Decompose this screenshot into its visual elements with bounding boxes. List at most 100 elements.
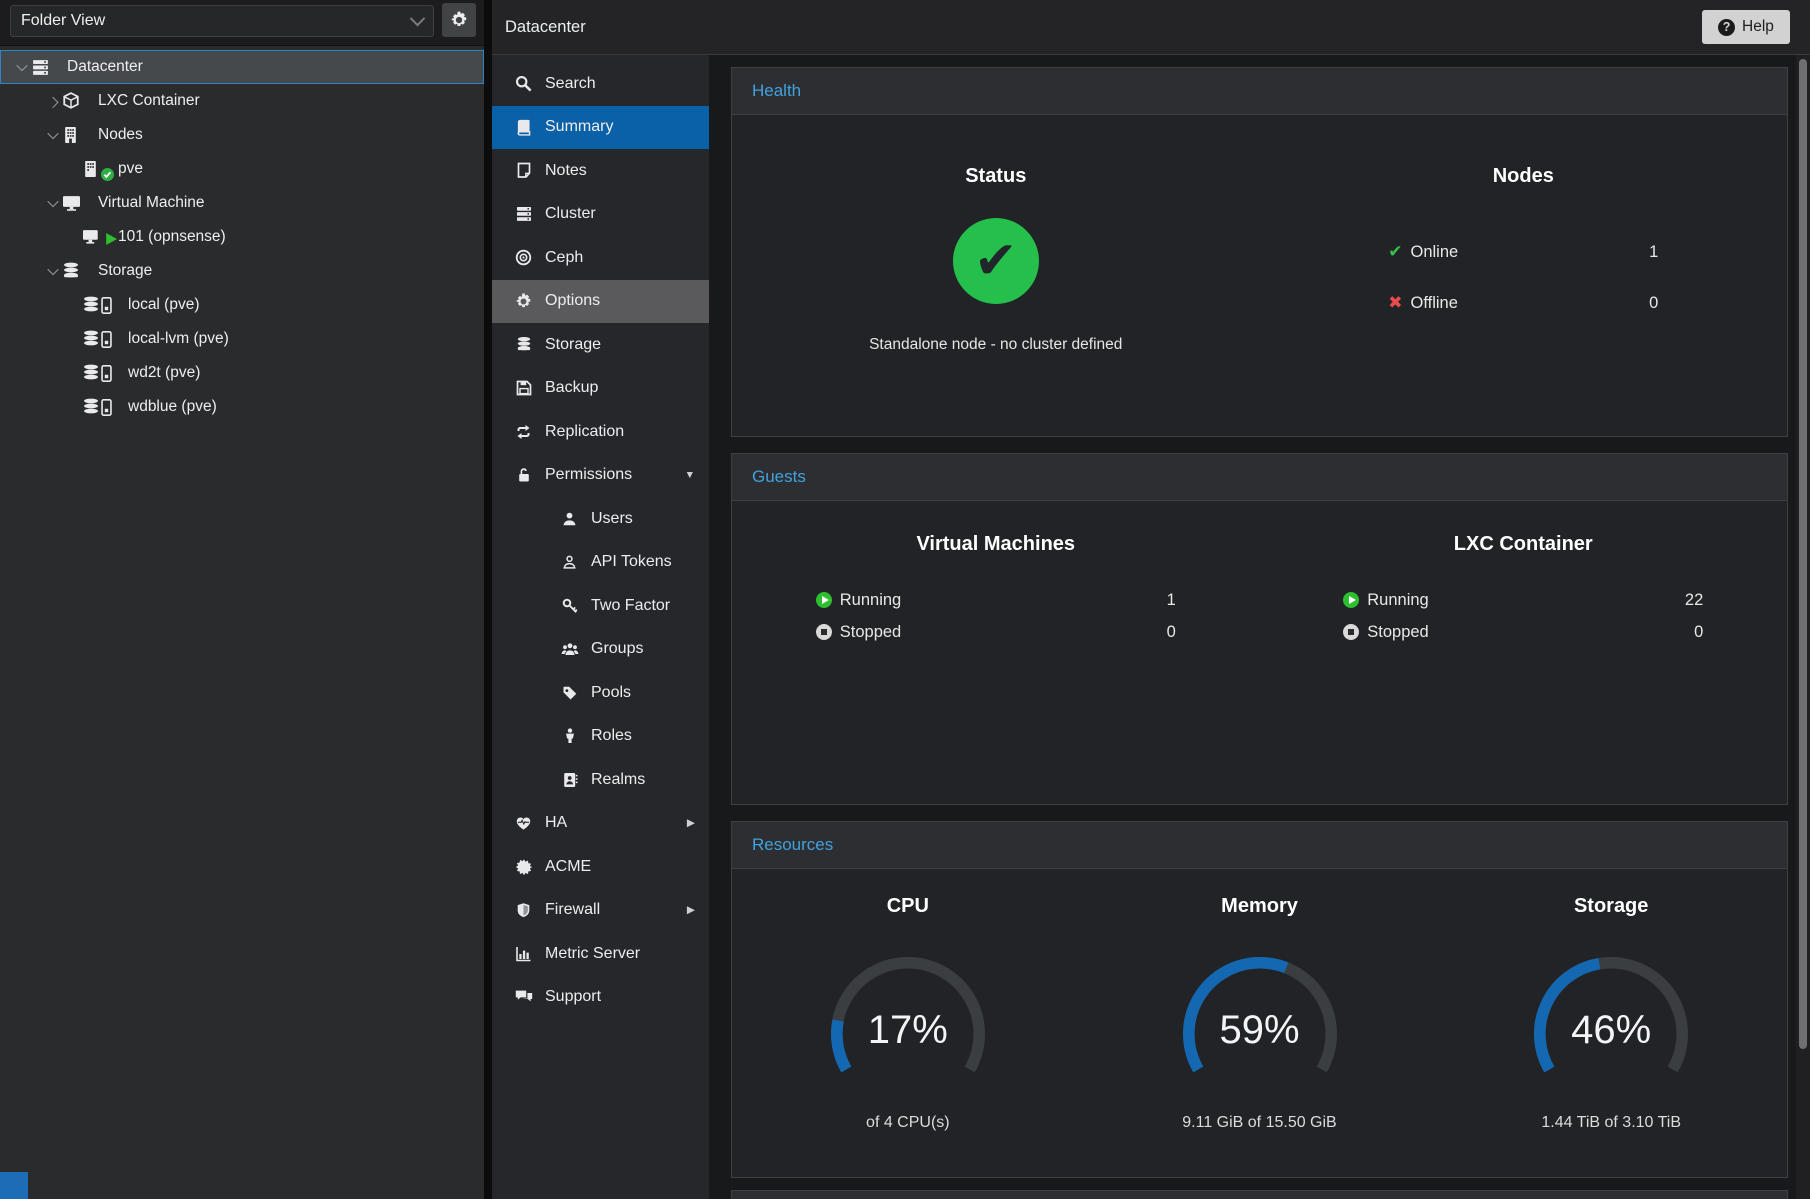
menu-item-ceph[interactable]: Ceph (492, 236, 709, 280)
person-icon (560, 728, 579, 744)
user-outline-icon (560, 554, 579, 570)
menu-item-two-factor[interactable]: Two Factor (492, 584, 709, 628)
menu-item-label: Pools (591, 684, 631, 702)
tree-item-storage[interactable]: Storage (0, 254, 484, 288)
tree-item-nodes[interactable]: Nodes (0, 118, 484, 152)
vertical-scrollbar[interactable] (1796, 55, 1810, 1199)
row-label: Online (1411, 243, 1459, 262)
menu-item-metric-server[interactable]: Metric Server (492, 932, 709, 976)
book-icon (514, 119, 533, 136)
menu-item-label: Roles (591, 727, 632, 745)
menu-item-users[interactable]: Users (492, 497, 709, 541)
chevron-down-icon: ▼ (685, 469, 695, 481)
memory-heading: Memory (1221, 895, 1298, 918)
help-button[interactable]: ? Help (1702, 10, 1790, 44)
cpu-gauge: 17% (819, 952, 997, 1082)
tree-item-storage-local[interactable]: local (pve) (0, 288, 484, 322)
play-circle-icon (816, 592, 832, 608)
row-label: Running (840, 591, 901, 610)
tree-item-lxc-container[interactable]: LXC Container (0, 84, 484, 118)
database-drive-icon (82, 330, 122, 348)
stop-circle-icon (816, 624, 832, 640)
menu-item-replication[interactable]: Replication (492, 410, 709, 454)
storage-heading: Storage (1574, 895, 1648, 918)
tree-item-label: Datacenter (67, 58, 143, 76)
ceph-icon (514, 249, 533, 266)
question-circle-icon: ? (1718, 19, 1735, 36)
cpu-subtext: of 4 CPU(s) (866, 1114, 950, 1132)
menu-item-api-tokens[interactable]: API Tokens (492, 541, 709, 585)
lxc-stopped-row: Stopped 0 (1343, 618, 1703, 646)
database-icon (514, 336, 533, 353)
resource-tree-panel: Folder View Datacenter LXC Container (0, 0, 484, 1199)
lxc-heading: LXC Container (1454, 533, 1593, 556)
floppy-icon (514, 380, 533, 396)
menu-item-label: Replication (545, 423, 624, 441)
storage-percent: 46% (1522, 1008, 1700, 1053)
health-nodes-column: Nodes ✔Online 1 ✖Offline 0 (1260, 115, 1788, 354)
menu-item-search[interactable]: Search (492, 62, 709, 106)
menu-item-acme[interactable]: ACME (492, 845, 709, 889)
row-value: 0 (1694, 623, 1703, 642)
tree-item-storage-wd2t[interactable]: wd2t (pve) (0, 356, 484, 390)
caret-expanded-icon[interactable] (44, 267, 62, 275)
health-panel-title: Health (752, 81, 801, 101)
database-drive-icon (82, 364, 122, 382)
menu-item-support[interactable]: Support (492, 976, 709, 1020)
menu-item-label: Notes (545, 162, 587, 180)
menu-item-roles[interactable]: Roles (492, 715, 709, 759)
vm-stopped-row: Stopped 0 (816, 618, 1176, 646)
menu-item-label: API Tokens (591, 553, 672, 571)
menu-item-summary[interactable]: Summary (492, 106, 709, 150)
memory-gauge-column: Memory 59% 9.11 GiB of 15.50 GiB (1084, 869, 1436, 1132)
tree-item-virtual-machine[interactable]: Virtual Machine (0, 186, 484, 220)
menu-item-pools[interactable]: Pools (492, 671, 709, 715)
menu-item-label: Cluster (545, 205, 596, 223)
menu-item-cluster[interactable]: Cluster (492, 193, 709, 237)
scrollbar-thumb[interactable] (1799, 59, 1807, 1049)
health-panel-header: Health (732, 68, 1787, 115)
menu-item-options[interactable]: Options (492, 280, 709, 324)
tree-item-label: pve (118, 160, 143, 178)
chevron-right-icon: ▶ (687, 817, 695, 829)
next-panel-edge (731, 1190, 1788, 1199)
menu-item-label: Groups (591, 640, 643, 658)
menu-item-label: Users (591, 510, 633, 528)
nodes-offline-row: ✖Offline 0 (1388, 289, 1658, 317)
resources-panel-header: Resources (732, 822, 1787, 869)
caret-expanded-icon[interactable] (44, 199, 62, 207)
menu-item-label: Ceph (545, 249, 583, 267)
menu-item-permissions[interactable]: Permissions ▼ (492, 454, 709, 498)
resources-panel: Resources CPU 17% of 4 CPU(s) Memory (731, 821, 1788, 1178)
menu-item-storage[interactable]: Storage (492, 323, 709, 367)
menu-item-firewall[interactable]: Firewall ▶ (492, 889, 709, 933)
tree-item-pve[interactable]: pve (0, 152, 484, 186)
menu-item-label: ACME (545, 858, 591, 876)
tree-item-vm-101[interactable]: 101 (opnsense) (0, 220, 484, 254)
summary-content-area: Health Status ✔ Standalone node - no clu… (709, 55, 1796, 1199)
server-stack-icon (31, 59, 61, 76)
menu-item-label: Permissions (545, 466, 632, 484)
bar-chart-icon (514, 946, 533, 962)
menu-item-realms[interactable]: Realms (492, 758, 709, 802)
menu-item-groups[interactable]: Groups (492, 628, 709, 672)
tree-item-storage-local-lvm[interactable]: local-lvm (pve) (0, 322, 484, 356)
view-mode-select[interactable]: Folder View (10, 5, 434, 37)
panel-splitter[interactable] (484, 0, 492, 1199)
caret-collapsed-icon[interactable] (44, 97, 62, 105)
tree-item-datacenter[interactable]: Datacenter (0, 50, 484, 84)
menu-item-backup[interactable]: Backup (492, 367, 709, 411)
tree-item-storage-wdblue[interactable]: wdblue (pve) (0, 390, 484, 424)
address-book-icon (560, 772, 579, 788)
shield-icon (514, 902, 533, 918)
caret-expanded-icon[interactable] (44, 131, 62, 139)
memory-subtext: 9.11 GiB of 15.50 GiB (1182, 1114, 1336, 1132)
cpu-percent: 17% (819, 1008, 997, 1053)
nodes-heading: Nodes (1493, 165, 1554, 188)
menu-item-ha[interactable]: HA ▶ (492, 802, 709, 846)
menu-item-notes[interactable]: Notes (492, 149, 709, 193)
content-header-bar: Datacenter ? Help (492, 0, 1810, 55)
tree-item-label: 101 (opnsense) (118, 228, 226, 246)
caret-expanded-icon[interactable] (13, 63, 31, 71)
tree-settings-button[interactable] (442, 3, 476, 37)
